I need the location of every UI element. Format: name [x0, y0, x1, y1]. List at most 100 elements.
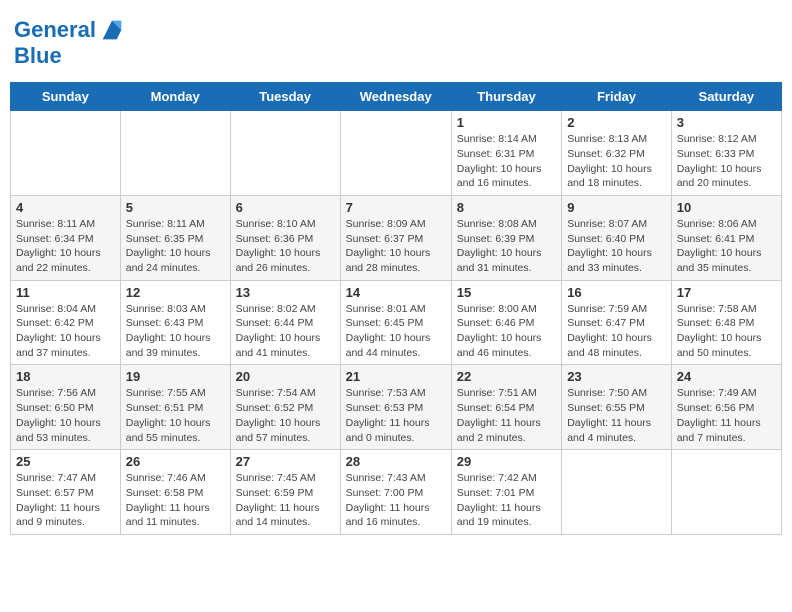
- day-number: 11: [16, 285, 115, 300]
- day-info: Sunrise: 7:43 AM Sunset: 7:00 PM Dayligh…: [346, 471, 446, 530]
- calendar-cell: 8 Sunrise: 8:08 AM Sunset: 6:39 PM Daylig…: [451, 195, 561, 280]
- day-number: 8: [457, 200, 556, 215]
- day-info: Sunrise: 7:45 AM Sunset: 6:59 PM Dayligh…: [236, 471, 335, 530]
- day-info: Sunrise: 7:46 AM Sunset: 6:58 PM Dayligh…: [126, 471, 225, 530]
- day-number: 16: [567, 285, 666, 300]
- calendar-cell: 10 Sunrise: 8:06 AM Sunset: 6:41 PM Dayli…: [671, 195, 781, 280]
- day-number: 1: [457, 115, 556, 130]
- day-number: 19: [126, 369, 225, 384]
- day-number: 4: [16, 200, 115, 215]
- calendar-cell: [562, 450, 672, 535]
- day-info: Sunrise: 8:01 AM Sunset: 6:45 PM Dayligh…: [346, 302, 446, 361]
- calendar-cell: 19 Sunrise: 7:55 AM Sunset: 6:51 PM Dayli…: [120, 365, 230, 450]
- calendar-cell: 22 Sunrise: 7:51 AM Sunset: 6:54 PM Dayli…: [451, 365, 561, 450]
- calendar-cell: 24 Sunrise: 7:49 AM Sunset: 6:56 PM Dayli…: [671, 365, 781, 450]
- calendar-cell: 23 Sunrise: 7:50 AM Sunset: 6:55 PM Dayli…: [562, 365, 672, 450]
- calendar-cell: 1 Sunrise: 8:14 AM Sunset: 6:31 PM Daylig…: [451, 111, 561, 196]
- calendar-cell: 16 Sunrise: 7:59 AM Sunset: 6:47 PM Dayli…: [562, 280, 672, 365]
- calendar-cell: 7Sunrise: 8:09 AM Sunset: 6:37 PM Daylig…: [340, 195, 451, 280]
- day-number: 24: [677, 369, 776, 384]
- calendar-table: SundayMondayTuesdayWednesdayThursdayFrid…: [10, 82, 782, 535]
- day-number: 17: [677, 285, 776, 300]
- calendar-cell: 12 Sunrise: 8:03 AM Sunset: 6:43 PM Dayli…: [120, 280, 230, 365]
- day-of-week-header: Saturday: [671, 83, 781, 111]
- calendar-cell: 20 Sunrise: 7:54 AM Sunset: 6:52 PM Dayli…: [230, 365, 340, 450]
- day-info: Sunrise: 8:00 AM Sunset: 6:46 PM Dayligh…: [457, 302, 556, 361]
- calendar-cell: 9 Sunrise: 8:07 AM Sunset: 6:40 PM Daylig…: [562, 195, 672, 280]
- calendar-cell: 13 Sunrise: 8:02 AM Sunset: 6:44 PM Dayli…: [230, 280, 340, 365]
- day-info: Sunrise: 7:56 AM Sunset: 6:50 PM Dayligh…: [16, 386, 115, 445]
- calendar-cell: 21 Sunrise: 7:53 AM Sunset: 6:53 PM Dayli…: [340, 365, 451, 450]
- logo-subtext: Blue: [14, 44, 126, 68]
- day-info: Sunrise: 8:09 AM Sunset: 6:37 PM Dayligh…: [346, 217, 446, 276]
- day-number: 22: [457, 369, 556, 384]
- day-info: Sunrise: 8:03 AM Sunset: 6:43 PM Dayligh…: [126, 302, 225, 361]
- day-number: 29: [457, 454, 556, 469]
- calendar-cell: [11, 111, 121, 196]
- day-number: 12: [126, 285, 225, 300]
- calendar-week-row: 18 Sunrise: 7:56 AM Sunset: 6:50 PM Dayli…: [11, 365, 782, 450]
- calendar-week-row: 1 Sunrise: 8:14 AM Sunset: 6:31 PM Daylig…: [11, 111, 782, 196]
- day-info: Sunrise: 7:49 AM Sunset: 6:56 PM Dayligh…: [677, 386, 776, 445]
- calendar-cell: [671, 450, 781, 535]
- day-number: 15: [457, 285, 556, 300]
- day-number: 3: [677, 115, 776, 130]
- calendar-cell: 15 Sunrise: 8:00 AM Sunset: 6:46 PM Dayli…: [451, 280, 561, 365]
- day-info: Sunrise: 7:55 AM Sunset: 6:51 PM Dayligh…: [126, 386, 225, 445]
- day-info: Sunrise: 8:08 AM Sunset: 6:39 PM Dayligh…: [457, 217, 556, 276]
- logo: General Blue: [14, 16, 126, 68]
- calendar-week-row: 4 Sunrise: 8:11 AM Sunset: 6:34 PM Daylig…: [11, 195, 782, 280]
- day-info: Sunrise: 7:53 AM Sunset: 6:53 PM Dayligh…: [346, 386, 446, 445]
- day-info: Sunrise: 8:07 AM Sunset: 6:40 PM Dayligh…: [567, 217, 666, 276]
- calendar-week-row: 25Sunrise: 7:47 AM Sunset: 6:57 PM Dayli…: [11, 450, 782, 535]
- day-of-week-header: Monday: [120, 83, 230, 111]
- day-number: 28: [346, 454, 446, 469]
- calendar-cell: 5 Sunrise: 8:11 AM Sunset: 6:35 PM Daylig…: [120, 195, 230, 280]
- calendar-cell: 28 Sunrise: 7:43 AM Sunset: 7:00 PM Dayli…: [340, 450, 451, 535]
- day-info: Sunrise: 8:10 AM Sunset: 6:36 PM Dayligh…: [236, 217, 335, 276]
- calendar-cell: 27 Sunrise: 7:45 AM Sunset: 6:59 PM Dayli…: [230, 450, 340, 535]
- day-number: 9: [567, 200, 666, 215]
- day-info: Sunrise: 7:54 AM Sunset: 6:52 PM Dayligh…: [236, 386, 335, 445]
- day-info: Sunrise: 8:06 AM Sunset: 6:41 PM Dayligh…: [677, 217, 776, 276]
- day-number: 14: [346, 285, 446, 300]
- calendar-cell: [230, 111, 340, 196]
- day-of-week-header: Thursday: [451, 83, 561, 111]
- header: General Blue: [10, 10, 782, 74]
- calendar-cell: 25Sunrise: 7:47 AM Sunset: 6:57 PM Dayli…: [11, 450, 121, 535]
- day-of-week-header: Tuesday: [230, 83, 340, 111]
- day-info: Sunrise: 7:50 AM Sunset: 6:55 PM Dayligh…: [567, 386, 666, 445]
- day-info: Sunrise: 8:11 AM Sunset: 6:34 PM Dayligh…: [16, 217, 115, 276]
- logo-text: General: [14, 18, 96, 42]
- calendar-cell: 2Sunrise: 8:13 AM Sunset: 6:32 PM Daylig…: [562, 111, 672, 196]
- day-info: Sunrise: 8:13 AM Sunset: 6:32 PM Dayligh…: [567, 132, 666, 191]
- day-info: Sunrise: 8:11 AM Sunset: 6:35 PM Dayligh…: [126, 217, 225, 276]
- day-number: 27: [236, 454, 335, 469]
- day-number: 21: [346, 369, 446, 384]
- day-info: Sunrise: 7:59 AM Sunset: 6:47 PM Dayligh…: [567, 302, 666, 361]
- day-info: Sunrise: 8:14 AM Sunset: 6:31 PM Dayligh…: [457, 132, 556, 191]
- day-info: Sunrise: 8:12 AM Sunset: 6:33 PM Dayligh…: [677, 132, 776, 191]
- calendar-cell: 11 Sunrise: 8:04 AM Sunset: 6:42 PM Dayli…: [11, 280, 121, 365]
- day-number: 13: [236, 285, 335, 300]
- day-number: 6: [236, 200, 335, 215]
- day-number: 20: [236, 369, 335, 384]
- calendar-cell: 4 Sunrise: 8:11 AM Sunset: 6:34 PM Daylig…: [11, 195, 121, 280]
- day-number: 5: [126, 200, 225, 215]
- calendar-week-row: 11 Sunrise: 8:04 AM Sunset: 6:42 PM Dayli…: [11, 280, 782, 365]
- calendar-header-row: SundayMondayTuesdayWednesdayThursdayFrid…: [11, 83, 782, 111]
- calendar-cell: 29Sunrise: 7:42 AM Sunset: 7:01 PM Dayli…: [451, 450, 561, 535]
- day-of-week-header: Sunday: [11, 83, 121, 111]
- day-number: 18: [16, 369, 115, 384]
- day-info: Sunrise: 8:02 AM Sunset: 6:44 PM Dayligh…: [236, 302, 335, 361]
- calendar-cell: [340, 111, 451, 196]
- day-info: Sunrise: 8:04 AM Sunset: 6:42 PM Dayligh…: [16, 302, 115, 361]
- calendar-cell: [120, 111, 230, 196]
- day-info: Sunrise: 7:51 AM Sunset: 6:54 PM Dayligh…: [457, 386, 556, 445]
- calendar-cell: 18 Sunrise: 7:56 AM Sunset: 6:50 PM Dayli…: [11, 365, 121, 450]
- day-number: 10: [677, 200, 776, 215]
- day-number: 25: [16, 454, 115, 469]
- calendar-cell: 26Sunrise: 7:46 AM Sunset: 6:58 PM Dayli…: [120, 450, 230, 535]
- day-of-week-header: Friday: [562, 83, 672, 111]
- day-number: 23: [567, 369, 666, 384]
